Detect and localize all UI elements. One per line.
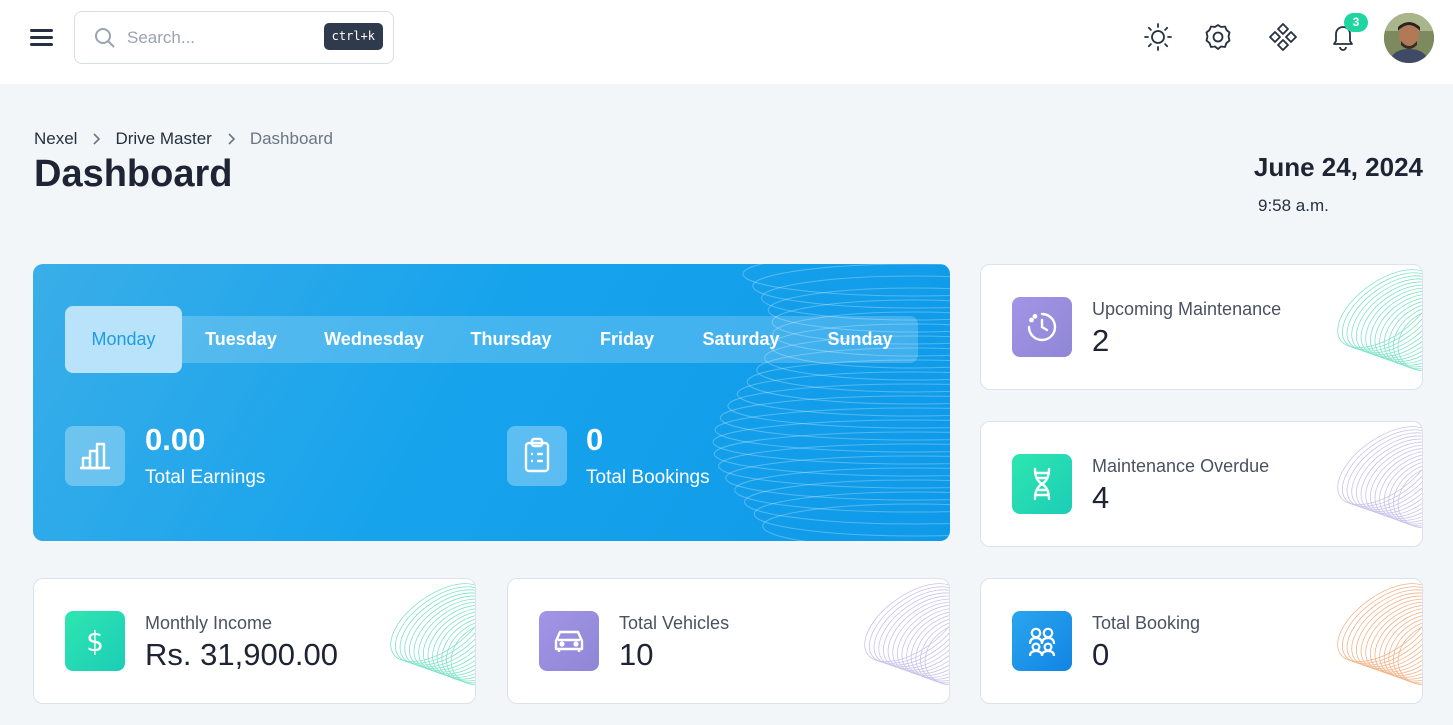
- total-booking-value: 0: [1092, 637, 1110, 672]
- car-icon: [554, 630, 584, 652]
- tab-friday[interactable]: Friday: [574, 316, 680, 363]
- maintenance-overdue-icon-box: [1012, 454, 1072, 514]
- maintenance-overdue-label: Maintenance Overdue: [1092, 456, 1270, 476]
- monthly-income-label: Monthly Income: [145, 613, 273, 633]
- total-earnings-value: 0.00: [145, 422, 206, 457]
- clipboard-icon: [524, 437, 550, 473]
- timer-icon: [1027, 312, 1057, 342]
- total-booking-icon-box: [1012, 611, 1072, 671]
- search-icon: [95, 28, 115, 48]
- maintenance-overdue-value: 4: [1092, 480, 1110, 515]
- theme-toggle-sun-icon[interactable]: [1143, 22, 1173, 52]
- search-box[interactable]: ctrl+k: [74, 11, 394, 64]
- upcoming-maintenance-value: 2: [1092, 323, 1110, 358]
- upcoming-maintenance-icon-box: [1012, 297, 1072, 357]
- tab-sunday[interactable]: Sunday: [802, 316, 918, 363]
- earnings-icon-box: [65, 426, 125, 486]
- day-tabs: Monday Tuesday Wednesday Thursday Friday…: [65, 306, 918, 373]
- user-avatar[interactable]: [1384, 13, 1434, 63]
- current-date: June 24, 2024: [1253, 152, 1423, 182]
- breadcrumb-item-current: Dashboard: [249, 129, 333, 148]
- wave-decoration: [1337, 269, 1422, 372]
- page-title: Dashboard: [34, 153, 233, 195]
- upcoming-maintenance-card: Upcoming Maintenance 2: [980, 264, 1423, 390]
- monthly-income-value: Rs. 31,900.00: [145, 637, 339, 672]
- total-bookings-label: Total Bookings: [586, 467, 710, 488]
- breadcrumb: Nexel Drive Master Dashboard: [34, 129, 333, 149]
- total-booking-card: Total Booking 0: [980, 578, 1423, 704]
- menu-icon[interactable]: [30, 27, 54, 47]
- upcoming-maintenance-label: Upcoming Maintenance: [1092, 299, 1282, 319]
- user-photo: [1384, 13, 1434, 63]
- daily-summary-card: Monday Tuesday Wednesday Thursday Friday…: [33, 264, 950, 541]
- bar-chart-icon: [80, 442, 110, 470]
- total-vehicles-icon-box: [539, 611, 599, 671]
- search-input[interactable]: [127, 24, 327, 52]
- total-bookings-value: 0: [586, 422, 604, 457]
- svg-text:$: $: [86, 625, 104, 658]
- tab-monday[interactable]: Monday: [65, 306, 182, 373]
- breadcrumb-item-drive-master[interactable]: Drive Master: [115, 129, 211, 149]
- wave-decoration: [1337, 583, 1422, 686]
- wave-decoration: [864, 583, 949, 686]
- maintenance-overdue-card: Maintenance Overdue 4: [980, 421, 1423, 547]
- current-time: 9:58 a.m.: [1258, 196, 1329, 215]
- settings-gear-icon[interactable]: [1203, 22, 1233, 52]
- total-vehicles-label: Total Vehicles: [619, 613, 730, 633]
- dna-icon: [1033, 467, 1051, 501]
- total-earnings-label: Total Earnings: [145, 467, 266, 488]
- search-shortcut-hint: ctrl+k: [323, 23, 383, 50]
- total-vehicles-card: Total Vehicles 10: [507, 578, 950, 704]
- apps-grid-icon[interactable]: [1268, 22, 1298, 52]
- bookings-icon-box: [507, 426, 567, 486]
- dollar-icon: $: [86, 625, 104, 658]
- monthly-income-card: $ Monthly Income Rs. 31,900.00: [33, 578, 476, 704]
- tab-saturday[interactable]: Saturday: [680, 316, 802, 363]
- tab-thursday[interactable]: Thursday: [448, 316, 574, 363]
- tab-wednesday[interactable]: Wednesday: [300, 316, 448, 363]
- notification-count-badge: 3: [1344, 13, 1368, 32]
- users-group-icon: [1028, 627, 1056, 657]
- total-vehicles-value: 10: [619, 637, 654, 672]
- chevron-right-icon: [228, 133, 235, 145]
- chevron-right-icon: [93, 133, 101, 145]
- wave-decoration: [390, 583, 475, 686]
- tab-tuesday[interactable]: Tuesday: [182, 316, 300, 363]
- monthly-income-icon-box: $: [65, 611, 125, 671]
- wave-decoration: [1337, 426, 1422, 529]
- breadcrumb-item-nexel[interactable]: Nexel: [34, 129, 77, 149]
- top-bar: ctrl+k 3: [0, 0, 1453, 84]
- total-booking-label: Total Booking: [1092, 613, 1201, 633]
